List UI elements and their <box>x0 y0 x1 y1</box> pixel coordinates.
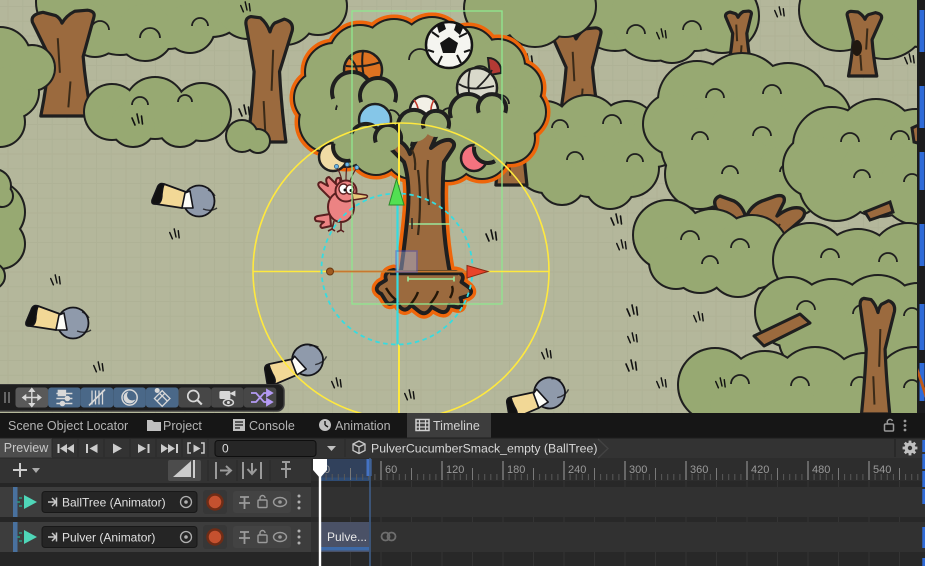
svg-text:120: 120 <box>446 464 464 476</box>
svg-text:Pulve...: Pulve... <box>327 530 367 544</box>
svg-text:240: 240 <box>568 464 586 476</box>
svg-text:PulverCucumberSmack_empty (Bal: PulverCucumberSmack_empty (BallTree) <box>371 442 597 456</box>
svg-text:Scene Object Locator: Scene Object Locator <box>8 419 128 433</box>
svg-text:480: 480 <box>812 464 830 476</box>
svg-text:180: 180 <box>507 464 525 476</box>
svg-text:540: 540 <box>873 464 891 476</box>
svg-text:420: 420 <box>751 464 769 476</box>
svg-text:Timeline: Timeline <box>433 419 480 433</box>
svg-text:Console: Console <box>249 419 295 433</box>
svg-text:0: 0 <box>222 442 229 456</box>
svg-text:Animation: Animation <box>335 419 391 433</box>
svg-text:Pulver (Animator): Pulver (Animator) <box>62 531 155 545</box>
svg-text:300: 300 <box>629 464 647 476</box>
svg-text:360: 360 <box>690 464 708 476</box>
svg-text:BallTree (Animator): BallTree (Animator) <box>62 496 166 510</box>
svg-text:Preview: Preview <box>4 441 49 455</box>
svg-text:Project: Project <box>163 419 202 433</box>
